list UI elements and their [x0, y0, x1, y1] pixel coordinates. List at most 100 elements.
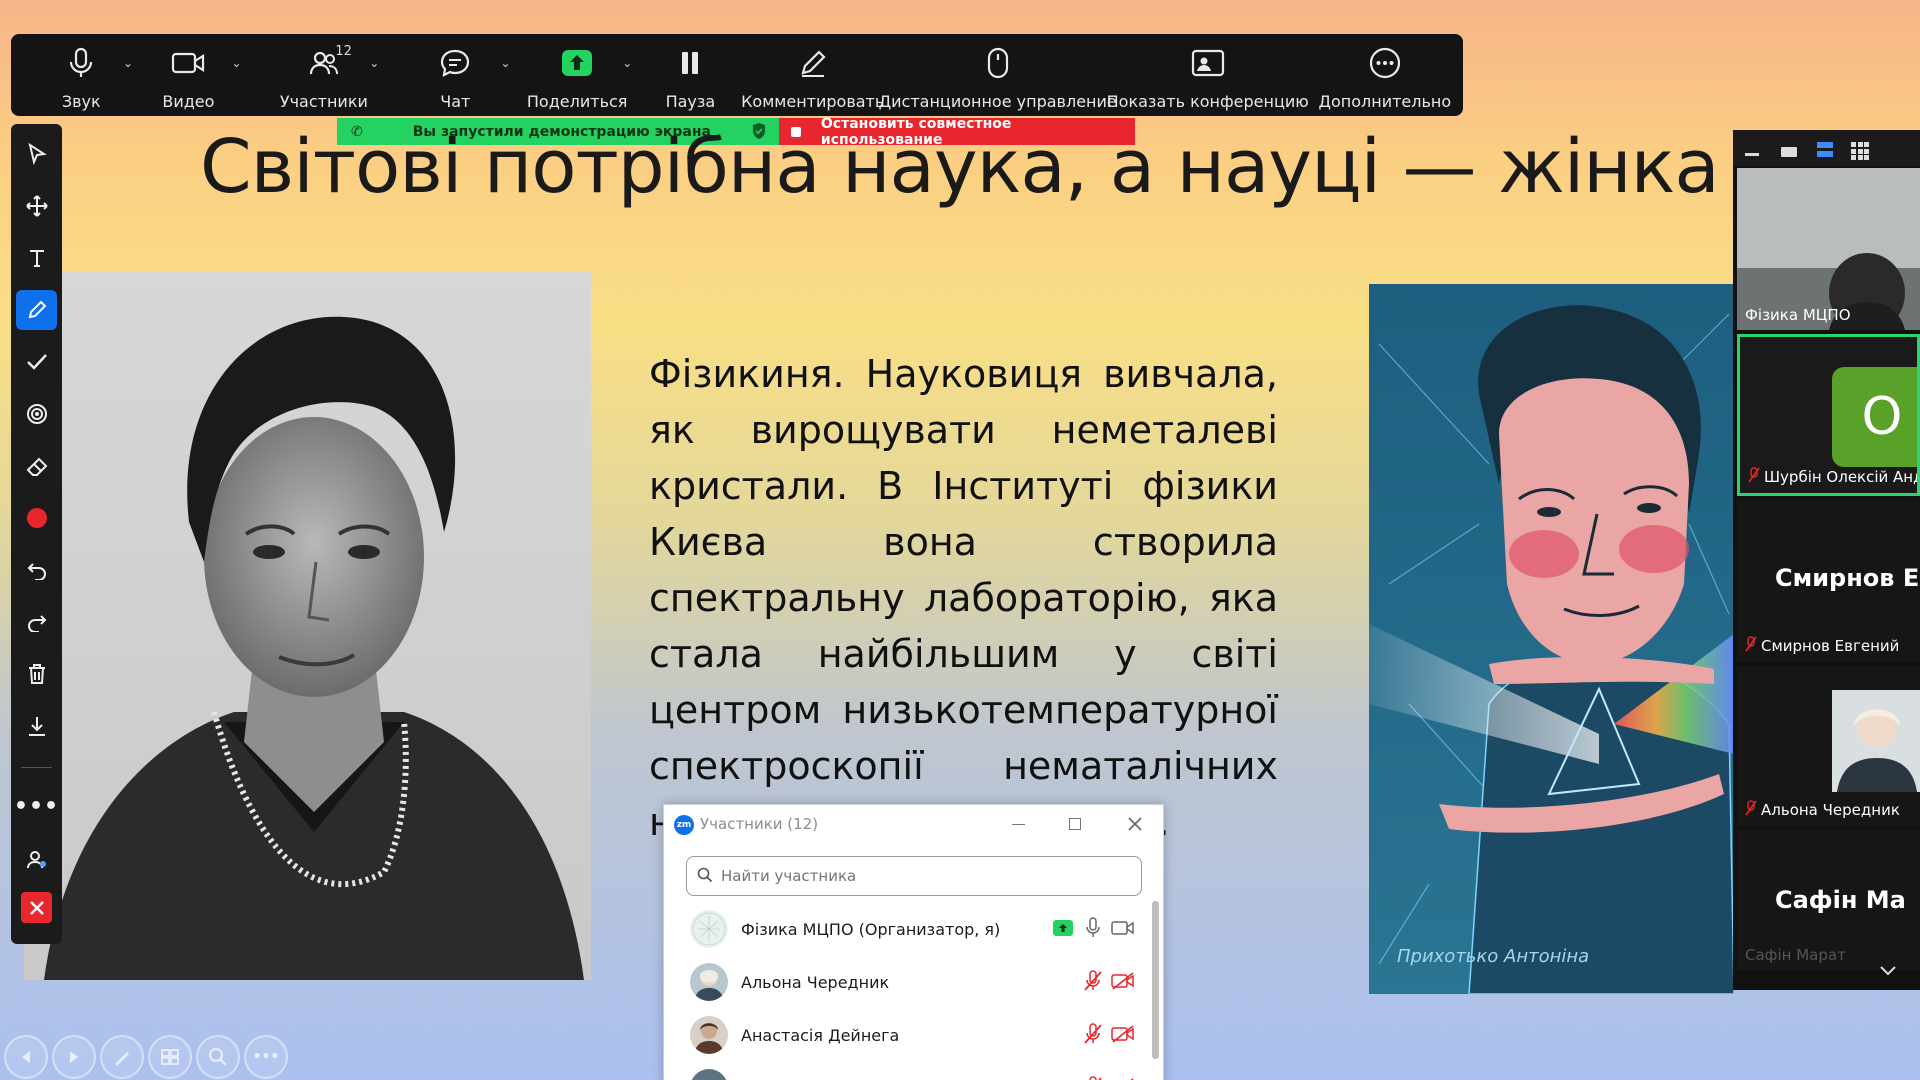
participant-search-input[interactable] [686, 856, 1142, 896]
more-options-icon[interactable]: ••• [14, 786, 58, 826]
participant-name-label: Фізика МЦПО [1745, 306, 1851, 324]
undo-icon[interactable] [16, 550, 57, 590]
pause-share-button[interactable]: Пауза [644, 34, 737, 116]
muted-microphone-icon[interactable] [1083, 970, 1103, 996]
trash-icon[interactable] [16, 654, 57, 694]
search-icon [697, 867, 713, 887]
minimize-gallery-icon[interactable] [1745, 153, 1759, 156]
spotlight-icon[interactable] [16, 394, 57, 434]
participant-row[interactable]: Анастасія Дейнега [664, 1009, 1142, 1061]
save-download-icon[interactable] [16, 706, 57, 746]
avatar: О [1832, 367, 1917, 467]
video-button[interactable]: ⌄ Видео [131, 34, 245, 116]
avatar [690, 910, 728, 948]
annotate-button[interactable]: Комментировать [741, 34, 884, 116]
participant-name-label: Сафін Марат [1745, 946, 1846, 964]
annotator-name-icon[interactable] [16, 840, 57, 880]
participant-name-label: Смирнов Евгений [1761, 637, 1900, 655]
artist-signature: Прихотько Антоніна [1397, 946, 1590, 967]
draw-pen-icon[interactable] [16, 290, 57, 330]
remote-control-button[interactable]: Дистанционное управление [879, 34, 1117, 116]
zoom-logo-icon: zm [674, 815, 694, 835]
participant-row[interactable]: Альона Чередник [664, 956, 1142, 1008]
annotation-toolbar: ••• [11, 124, 62, 944]
color-picker-icon[interactable] [16, 498, 57, 538]
prev-slide-button[interactable] [4, 1035, 48, 1079]
audio-button[interactable]: ⌄ Звук [33, 34, 133, 116]
camera-icon[interactable] [1111, 920, 1135, 940]
more-button[interactable]: Дополнительно [1307, 34, 1463, 116]
chat-icon [438, 46, 472, 80]
move-arrows-icon[interactable] [16, 186, 57, 226]
close-annotation-icon[interactable] [21, 892, 52, 923]
sharing-screen-icon [1053, 920, 1073, 936]
select-arrow-icon[interactable] [16, 134, 57, 174]
slide-title: Світові потрібна наука, а науці — жінка [200, 124, 1720, 210]
muted-microphone-icon[interactable] [1083, 1023, 1103, 1049]
participant-row[interactable] [664, 1062, 1142, 1080]
video-tile[interactable]: Сафін Ма Сафін Марат [1737, 830, 1920, 970]
meeting-toolbar: ⌄ Звук ⌄ Видео 12 ⌄ Участники ⌄ Чат ⌄ По… [11, 34, 1463, 116]
redo-icon[interactable] [16, 602, 57, 642]
show-window-icon [1191, 46, 1225, 80]
toolbar-divider [21, 767, 52, 768]
eraser-icon[interactable] [16, 446, 57, 486]
active-speaker-tile[interactable]: О Шурбін Олексій Андр [1737, 334, 1920, 496]
video-tile[interactable]: Альона Чередник [1737, 666, 1920, 826]
muted-microphone-icon [1745, 800, 1757, 820]
chevron-down-icon[interactable] [1879, 962, 1897, 981]
text-tool-icon[interactable] [16, 238, 57, 278]
close-icon[interactable] [1120, 811, 1150, 837]
video-gallery-panel: Фізика МЦПО О Шурбін Олексій Андр Смирно… [1733, 130, 1920, 990]
pencil-icon [796, 46, 830, 80]
participants-window: zm Участники (12) Фізика МЦПО (Организат… [663, 804, 1164, 1080]
pause-icon [673, 46, 707, 80]
video-tile[interactable]: Фізика МЦПО [1737, 168, 1920, 330]
mouse-icon [981, 46, 1015, 80]
participants-count-badge: 12 [335, 44, 352, 59]
participant-row[interactable]: Фізика МЦПО (Организатор, я) [664, 903, 1142, 955]
microphone-icon[interactable] [1085, 917, 1101, 943]
all-slides-button[interactable] [148, 1035, 192, 1079]
avatar [690, 963, 728, 1001]
video-off-icon[interactable] [1111, 972, 1135, 994]
share-caret-icon[interactable]: ⌄ [622, 56, 632, 70]
participants-scrollbar[interactable] [1152, 901, 1159, 1059]
minimize-icon[interactable] [1003, 811, 1033, 837]
slide-body-text: Фізикиня. Науковиця вивчала, як вирощува… [649, 352, 1278, 844]
next-slide-button[interactable] [52, 1035, 96, 1079]
speaker-view-icon[interactable] [1781, 147, 1797, 157]
participant-big-name: Сафін Ма [1775, 886, 1906, 914]
participants-button[interactable]: 12 ⌄ Участники [257, 34, 390, 116]
pen-button[interactable] [100, 1035, 144, 1079]
avatar [690, 1069, 728, 1080]
participants-caret-icon[interactable]: ⌄ [369, 56, 379, 70]
participant-name-label: Альона Чередник [1761, 801, 1900, 819]
more-dots-icon [1368, 46, 1402, 80]
participant-name-label: Шурбін Олексій Андр [1764, 468, 1920, 486]
share-button[interactable]: ⌄ Поделиться [520, 34, 634, 116]
show-meeting-button[interactable]: Показать конференцию [1107, 34, 1309, 116]
video-off-icon[interactable] [1111, 1025, 1135, 1047]
illustrated-portrait: Прихотько Антоніна [1369, 284, 1734, 994]
stamp-check-icon[interactable] [16, 342, 57, 382]
video-caret-icon[interactable]: ⌄ [231, 56, 241, 70]
gallery-header [1733, 130, 1920, 166]
camera-icon [171, 46, 205, 80]
participant-big-name: Смирнов Ев [1775, 564, 1920, 592]
muted-microphone-icon[interactable] [1083, 1076, 1103, 1080]
maximize-icon[interactable] [1060, 811, 1090, 837]
video-tile[interactable]: Смирнов Ев Смирнов Евгений [1737, 500, 1920, 662]
share-screen-icon [560, 46, 594, 80]
microphone-icon [64, 46, 98, 80]
avatar [690, 1016, 728, 1054]
muted-microphone-icon [1748, 467, 1760, 487]
scientist-photo [24, 272, 591, 980]
more-slide-options-button[interactable]: ••• [244, 1035, 288, 1079]
strip-view-icon[interactable] [1817, 142, 1833, 158]
chat-caret-icon[interactable]: ⌄ [500, 56, 510, 70]
grid-view-icon[interactable] [1851, 142, 1869, 160]
zoom-button[interactable] [196, 1035, 240, 1079]
chat-button[interactable]: ⌄ Чат [398, 34, 512, 116]
muted-microphone-icon [1745, 636, 1757, 656]
